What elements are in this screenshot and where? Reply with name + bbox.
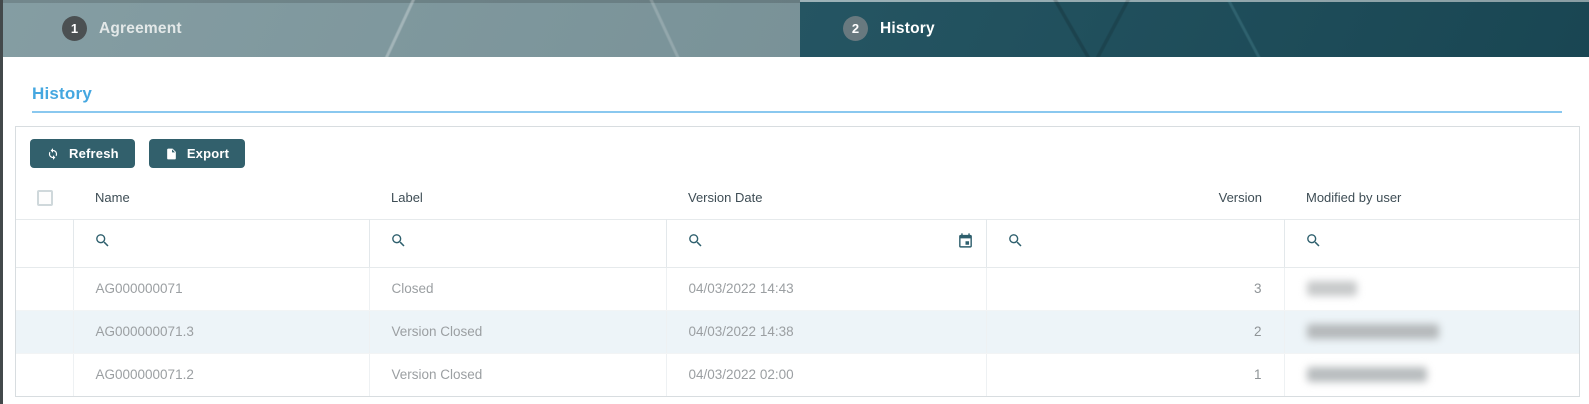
tab-history-label: History — [880, 20, 935, 38]
table-row[interactable]: AG000000071.2 Version Closed 04/03/2022 … — [16, 353, 1579, 396]
cell-name: AG000000071.2 — [73, 353, 369, 396]
cell-modified-by — [1284, 310, 1579, 353]
export-button-label: Export — [187, 146, 229, 161]
cell-label: Closed — [369, 267, 666, 310]
select-all-checkbox[interactable] — [37, 190, 53, 206]
cell-modified-by — [1284, 353, 1579, 396]
search-icon — [94, 232, 111, 254]
cell-name: AG000000071 — [73, 267, 369, 310]
cell-version: 1 — [986, 353, 1284, 396]
tab-agreement-label: Agreement — [99, 20, 182, 38]
history-table: Name Label Version Date Version Modified… — [16, 177, 1579, 396]
wizard-tab-bar: 1 Agreement 2 History — [0, 0, 1589, 57]
redacted-username — [1307, 367, 1427, 382]
cell-version: 2 — [986, 310, 1284, 353]
filter-modified-by-input[interactable] — [1305, 232, 1580, 254]
filter-version-input[interactable] — [1007, 232, 1284, 254]
table-row[interactable]: AG000000071.3 Version Closed 04/03/2022 … — [16, 310, 1579, 353]
window-left-edge — [0, 0, 3, 404]
column-header-version-date[interactable]: Version Date — [666, 177, 986, 219]
cell-version-date: 04/03/2022 14:43 — [666, 267, 986, 310]
step-number-badge: 1 — [62, 16, 87, 41]
refresh-icon — [46, 147, 60, 161]
tab-agreement[interactable]: 1 Agreement — [0, 0, 800, 57]
table-filter-row — [16, 219, 1579, 267]
tab-history[interactable]: 2 History — [800, 0, 1589, 57]
redacted-username — [1307, 281, 1357, 296]
search-icon — [687, 232, 704, 254]
search-icon — [1305, 232, 1322, 254]
calendar-icon[interactable] — [957, 232, 986, 254]
cell-version: 3 — [986, 267, 1284, 310]
history-panel: Refresh Export Name Label — [15, 126, 1580, 397]
redacted-username — [1307, 324, 1439, 339]
column-header-label[interactable]: Label — [369, 177, 666, 219]
filter-label-input[interactable] — [390, 232, 666, 254]
search-icon — [1007, 232, 1024, 254]
toolbar: Refresh Export — [16, 127, 1579, 177]
step-number-badge: 2 — [843, 16, 868, 41]
column-header-modified-by[interactable]: Modified by user — [1284, 177, 1579, 219]
column-header-name[interactable]: Name — [73, 177, 369, 219]
page-title: History — [32, 84, 92, 103]
cell-version-date: 04/03/2022 02:00 — [666, 353, 986, 396]
table-header-row: Name Label Version Date Version Modified… — [16, 177, 1579, 219]
cell-label: Version Closed — [369, 353, 666, 396]
filter-name-input[interactable] — [94, 232, 369, 254]
cell-label: Version Closed — [369, 310, 666, 353]
refresh-button[interactable]: Refresh — [30, 139, 135, 168]
cell-name: AG000000071.3 — [73, 310, 369, 353]
column-header-version[interactable]: Version — [986, 177, 1284, 219]
history-section: History Refresh Export — [0, 57, 1589, 397]
document-icon — [165, 147, 178, 161]
cell-modified-by — [1284, 267, 1579, 310]
refresh-button-label: Refresh — [69, 146, 119, 161]
section-heading: History — [32, 84, 1562, 113]
search-icon — [390, 232, 407, 254]
cell-version-date: 04/03/2022 14:38 — [666, 310, 986, 353]
table-row[interactable]: AG000000071 Closed 04/03/2022 14:43 3 — [16, 267, 1579, 310]
export-button[interactable]: Export — [149, 139, 245, 168]
filter-version-date-input[interactable] — [687, 232, 986, 254]
